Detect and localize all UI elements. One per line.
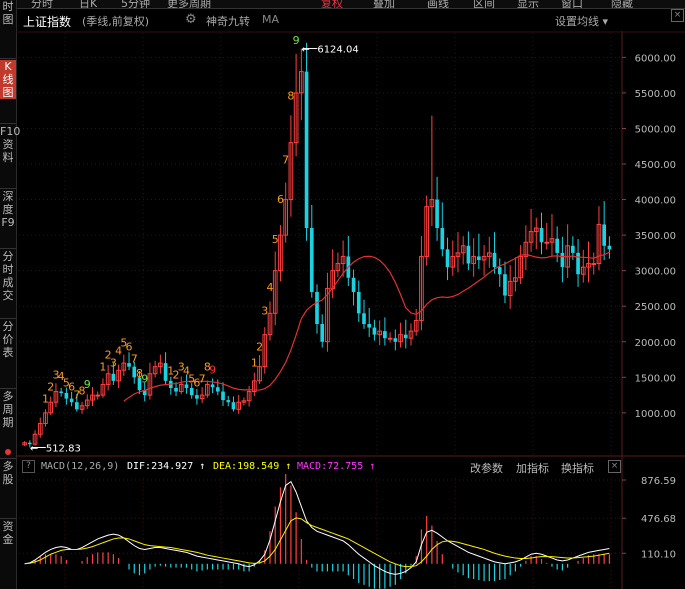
nine-turn-label: 2: [256, 341, 263, 354]
low-arrow: ←: [30, 443, 38, 454]
candle-body-down: [503, 274, 507, 296]
candle-body-down: [351, 277, 356, 292]
candle-body-down: [195, 395, 199, 399]
candle-body-down: [362, 313, 366, 324]
candle-body-down: [607, 245, 612, 250]
y-tick-label: 4500.00: [635, 160, 676, 171]
candle-body-down: [59, 391, 63, 393]
candle-body-down: [403, 334, 408, 339]
help-icon[interactable]: ?: [22, 460, 35, 473]
nine-turn-label: 3: [261, 305, 268, 318]
y-tick-label: 5500.00: [635, 89, 676, 100]
candle-body-down: [571, 245, 575, 253]
nine-turn-label: 8: [287, 90, 294, 103]
candle-body-down: [372, 327, 377, 335]
candle-body-down: [539, 228, 544, 243]
macd-value: MACD:72.755 ↑: [297, 461, 376, 472]
dea-value: DEA:198.549 ↑: [213, 461, 292, 472]
candle-body-down: [356, 291, 361, 314]
candle-body-up: [544, 241, 550, 244]
candle-body-down: [492, 252, 497, 268]
high-arrow: ←: [301, 45, 309, 56]
nine-turn-label: 5: [272, 233, 279, 246]
nine-turn-label: 9: [141, 372, 148, 385]
close-indicator-icon[interactable]: ×: [608, 460, 621, 473]
nine-turn-label: 7: [199, 372, 206, 385]
nine-turn-label: 1: [42, 392, 49, 405]
nine-turn-label: 6: [277, 193, 284, 206]
macd-label: MACD(12,26,9): [41, 461, 120, 472]
y-tick-label: 4000.00: [635, 196, 676, 207]
chart-canvas[interactable]: 6000.00 5500.00 5000.00 4500.00 4000.00 3500.…: [0, 0, 685, 589]
candle-body-down: [602, 224, 606, 246]
candle-body-down: [393, 338, 398, 342]
y-tick-label: 2500.00: [635, 302, 676, 313]
candle-body-down: [320, 323, 325, 342]
candle-body-down: [383, 331, 387, 339]
macd-header: ? MACD(12,26,9) DIF:234.927 ↑ DEA:198.54…: [18, 458, 628, 476]
candle-body-down: [210, 384, 215, 388]
y-tick-label: 3000.00: [635, 267, 676, 278]
nine-turn-label: 9: [293, 34, 300, 47]
y-tick-label: 3500.00: [635, 231, 676, 242]
candle-body-down: [174, 387, 178, 392]
dif-value: DIF:234.927 ↑: [127, 461, 206, 472]
nine-turn-label: 2: [47, 380, 54, 393]
candle-body-down: [555, 238, 560, 253]
nine-turn-label: 3: [110, 357, 117, 370]
high-label: 6124.04: [317, 45, 358, 56]
candle-body-down: [215, 387, 220, 392]
candle-body-down: [440, 228, 445, 250]
candle-body-down: [74, 402, 79, 410]
macd-tick-label: 110.10: [641, 549, 676, 560]
candle-body-down: [304, 71, 309, 229]
macd-tick-label: 476.68: [641, 514, 676, 525]
candle-body-down: [435, 199, 439, 229]
candle-body-down: [367, 323, 372, 328]
candle-body-up: [95, 394, 101, 397]
nine-turn-label: 9: [84, 378, 91, 391]
nine-turn-label: 1: [251, 357, 258, 370]
y-tick-label: 2000.00: [635, 338, 676, 349]
nine-turn-label: 1: [99, 360, 106, 373]
macd-tick-label: 876.59: [641, 476, 676, 487]
y-tick-label: 5000.00: [635, 124, 676, 135]
candle-body-down: [111, 373, 116, 381]
candle-body-down: [466, 245, 471, 264]
nine-turn-label: 4: [267, 281, 274, 294]
nine-turn-label: 7: [282, 153, 289, 166]
candle-body-down: [64, 392, 69, 399]
candle-body-down: [309, 228, 314, 292]
candle-body-down: [315, 291, 319, 324]
y-tick-label: 6000.00: [635, 53, 676, 64]
swap-indicator-button[interactable]: 换指标: [561, 460, 594, 476]
low-label: 512.83: [46, 443, 81, 454]
y-tick-label: 1500.00: [635, 373, 676, 384]
candle-body-down: [231, 402, 236, 410]
candle-body-up: [591, 263, 597, 266]
nine-turn-label: 7: [131, 353, 138, 366]
candle-body-down: [221, 391, 225, 401]
candle-body-down: [560, 252, 565, 268]
candle-body-up: [387, 337, 393, 340]
nine-turn-label: 9: [209, 364, 216, 377]
candle-body-down: [576, 252, 580, 275]
candle-body-down: [226, 400, 231, 403]
candle-body-down: [477, 256, 481, 260]
add-indicator-button[interactable]: 加指标: [516, 460, 549, 476]
change-params-button[interactable]: 改参数: [470, 460, 503, 476]
candle-body-down: [497, 267, 502, 275]
candle-body-down: [445, 249, 450, 268]
y-tick-label: 1000.00: [635, 409, 676, 420]
